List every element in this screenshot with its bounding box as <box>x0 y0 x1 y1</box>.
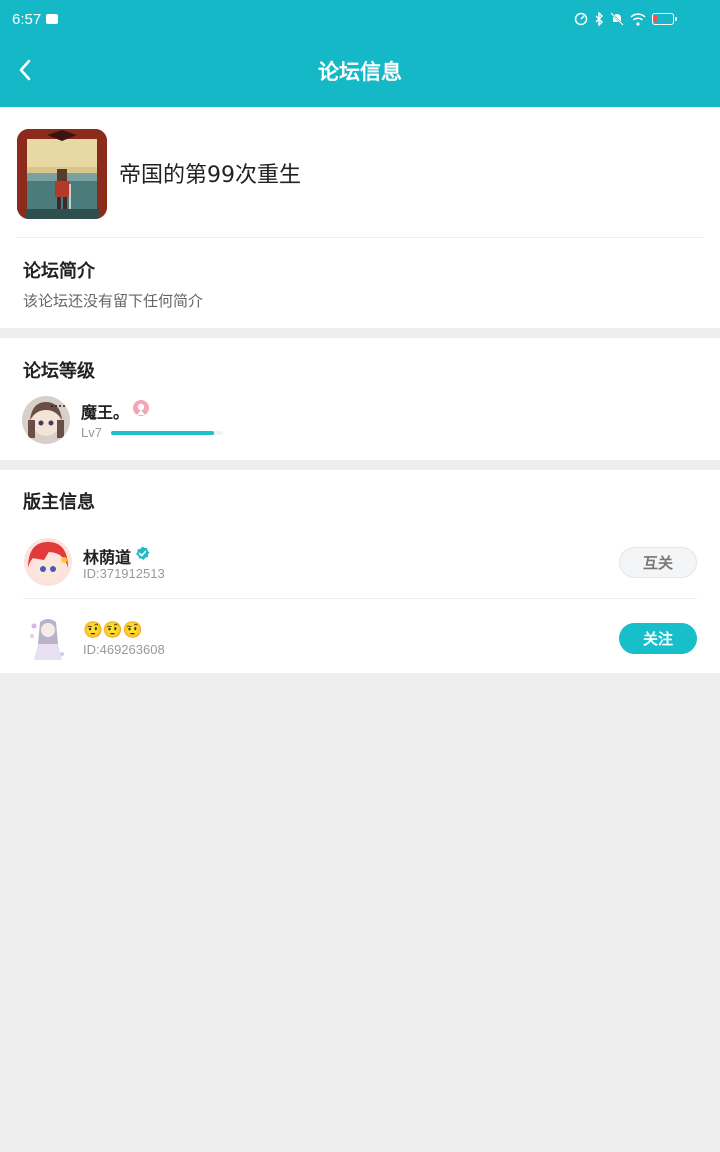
status-icons <box>574 12 677 26</box>
avatar[interactable] <box>22 396 70 444</box>
speed-icon <box>574 12 588 26</box>
battery-icon <box>652 13 677 25</box>
moderators-title: 版主信息 <box>23 492 95 513</box>
forum-info-card: 帝国的第99次重生 论坛简介 该论坛还没有留下任何简介 <box>0 107 720 328</box>
moderator-id: ID:469263608 <box>83 642 165 657</box>
moderator-name: 林荫道 <box>83 548 132 567</box>
divider <box>23 598 697 599</box>
notification-icon <box>46 14 58 24</box>
moderators-card: 版主信息 林荫道 ID:371912513 互关 🤨🤨🤨 ID:46926360… <box>0 470 720 673</box>
moderator-name: 🤨🤨🤨 <box>83 620 143 639</box>
intro-text: 该论坛还没有留下任何简介 <box>23 292 204 310</box>
level-label: Lv7 <box>81 425 102 440</box>
divider <box>17 237 703 238</box>
bluetooth-icon <box>595 12 603 26</box>
intro-title: 论坛简介 <box>23 261 95 282</box>
mutual-follow-button[interactable]: 互关 <box>619 547 697 578</box>
forum-level-card: 论坛等级 魔王。 Lv7 <box>0 338 720 460</box>
forum-name: 帝国的第99次重生 <box>119 163 301 188</box>
follow-button[interactable]: 关注 <box>619 623 697 654</box>
level-progress-bar <box>111 431 223 435</box>
moderator-avatar[interactable] <box>24 538 72 586</box>
moderator-id: ID:371912513 <box>83 566 165 581</box>
forum-cover-image <box>17 129 107 219</box>
level-title: 论坛等级 <box>23 361 95 382</box>
moderator-avatar[interactable] <box>24 614 72 662</box>
status-time: 6:57 <box>12 11 42 28</box>
page-title: 论坛信息 <box>318 60 402 84</box>
wifi-icon <box>630 12 646 26</box>
app-header: 6:57 论坛信息 <box>0 0 720 107</box>
verified-icon <box>136 546 150 560</box>
mute-bell-icon <box>610 12 624 26</box>
user-name: 魔王。 <box>81 403 130 422</box>
medal-icon <box>133 400 149 416</box>
level-progress-fill <box>111 431 215 435</box>
